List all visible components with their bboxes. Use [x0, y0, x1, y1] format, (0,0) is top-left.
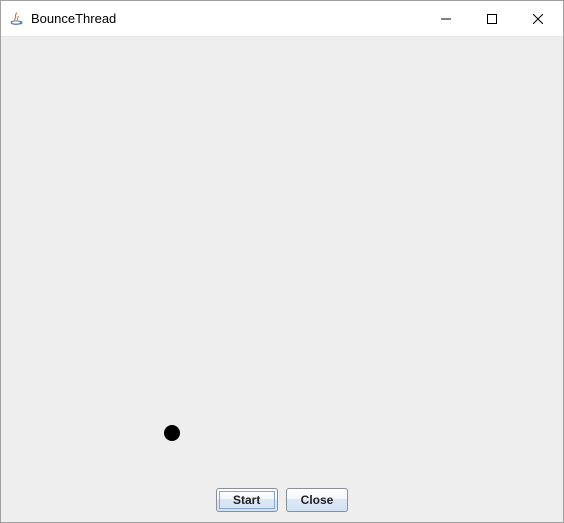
start-button[interactable]: Start [216, 488, 278, 512]
close-button[interactable]: Close [286, 488, 349, 512]
canvas-panel [1, 37, 563, 482]
window-controls [423, 1, 561, 36]
window-title: BounceThread [31, 11, 116, 26]
titlebar: BounceThread [1, 1, 563, 37]
minimize-button[interactable] [423, 1, 469, 36]
ball [164, 425, 180, 441]
maximize-button[interactable] [469, 1, 515, 36]
window-close-button[interactable] [515, 1, 561, 36]
button-bar: Start Close [1, 482, 563, 522]
java-cup-icon [9, 11, 25, 27]
app-window: BounceThread Start Close [0, 0, 564, 523]
